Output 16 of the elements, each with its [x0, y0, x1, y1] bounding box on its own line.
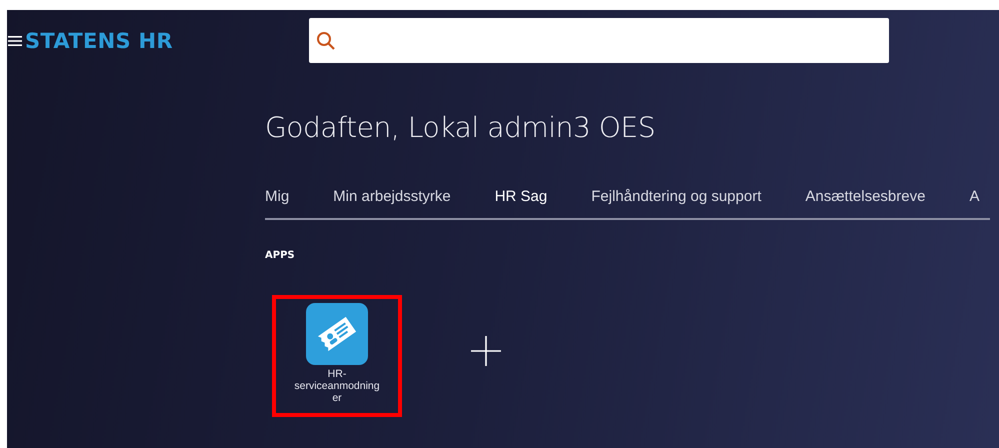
section-title: APPS	[265, 250, 296, 261]
tab[interactable]: A	[947, 188, 990, 218]
ticket-icon	[306, 303, 368, 365]
tab[interactable]: HR Sag	[472, 188, 570, 218]
tab[interactable]: Ansættelsesbreve	[783, 188, 948, 218]
app-tile[interactable]: HR-serviceanmodninger	[272, 295, 402, 417]
add-icon[interactable]	[470, 335, 502, 367]
tab[interactable]: Mig	[265, 188, 312, 218]
menu-icon[interactable]	[8, 34, 22, 46]
search-icon	[316, 30, 336, 50]
brand-logo[interactable]: STATENS HR	[25, 28, 173, 52]
app-label: HR-serviceanmodninger	[293, 368, 381, 404]
tab[interactable]: Min arbejdsstyrke	[311, 188, 473, 218]
search-field[interactable]	[309, 18, 889, 63]
greeting-heading: Godaften, Lokal admin3 OES	[265, 111, 656, 144]
tab[interactable]: Fejlhåndtering og support	[569, 188, 784, 218]
